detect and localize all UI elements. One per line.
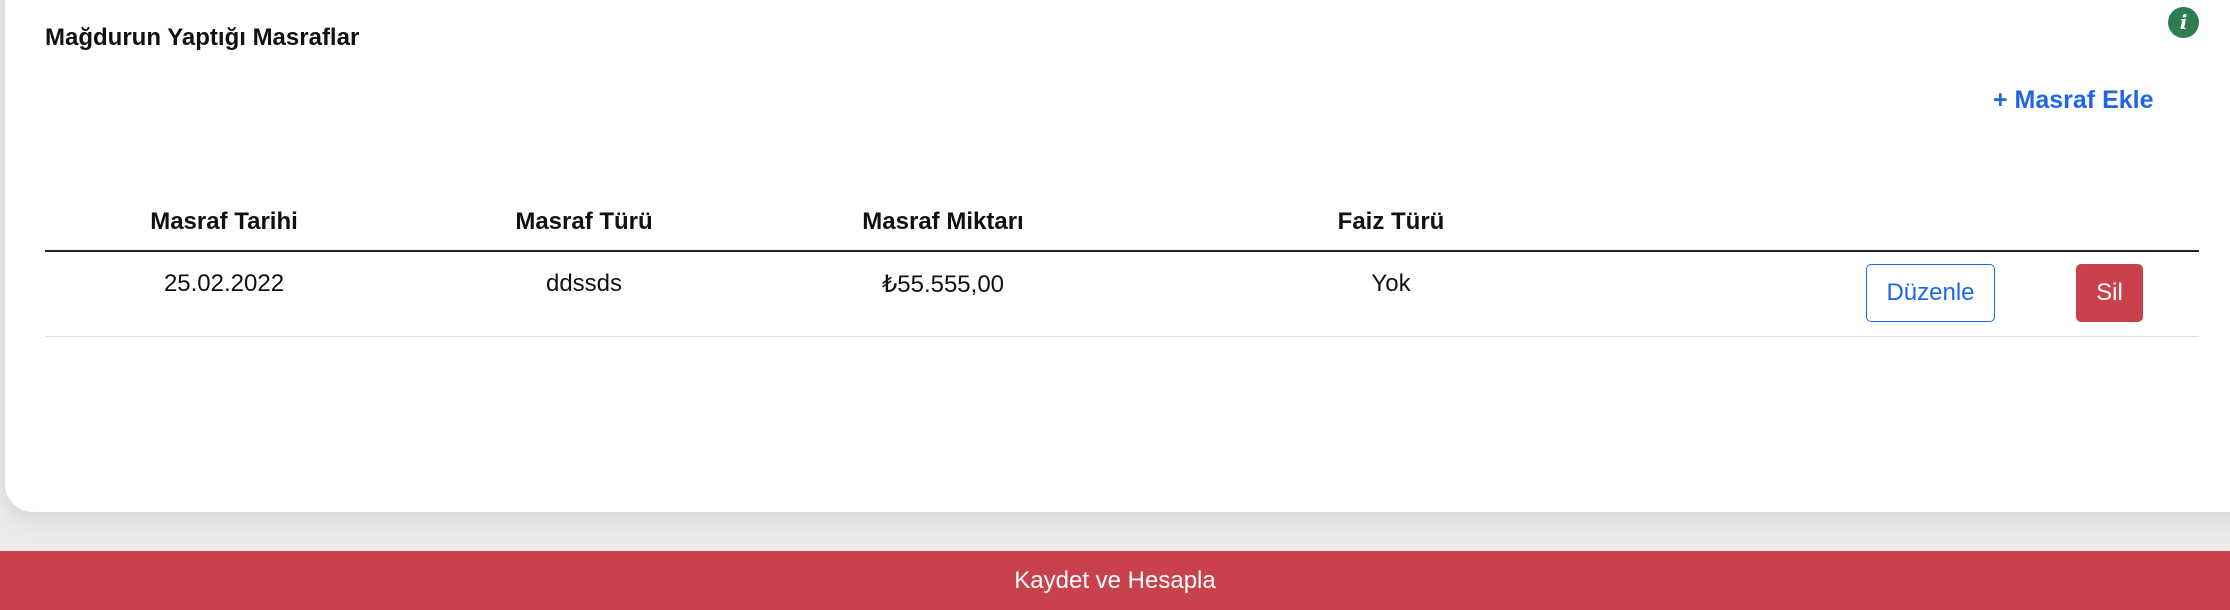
info-icon[interactable]: i [2168,7,2199,38]
add-expense-link[interactable]: + Masraf Ekle [1993,86,2154,115]
expenses-card: Mağdurun Yaptığı Masraflar i + Masraf Ek… [5,0,2230,512]
delete-button[interactable]: Sil [2076,264,2143,322]
section-title: Mağdurun Yaptığı Masraflar [45,24,360,51]
table-header: Masraf Tarihi Masraf Türü Masraf Miktarı… [45,200,2199,252]
cell-expense-type: ddssds [545,270,623,297]
header-expense-date: Masraf Tarihi [150,208,298,235]
header-expense-amount: Masraf Miktarı [862,208,1024,235]
save-and-calculate-button[interactable]: Kaydet ve Hesapla [0,551,2230,610]
edit-button[interactable]: Düzenle [1866,264,1995,322]
cell-expense-amount: ₺55.555,00 [881,271,1005,298]
header-interest-type: Faiz Türü [1337,208,1445,235]
header-expense-type: Masraf Türü [515,208,653,235]
cell-expense-date: 25.02.2022 [163,270,285,297]
expenses-table: Masraf Tarihi Masraf Türü Masraf Miktarı… [45,200,2199,337]
cell-interest-type: Yok [1371,270,1411,297]
table-row: 25.02.2022 ddssds ₺55.555,00 Yok Düzenle… [45,252,2199,337]
